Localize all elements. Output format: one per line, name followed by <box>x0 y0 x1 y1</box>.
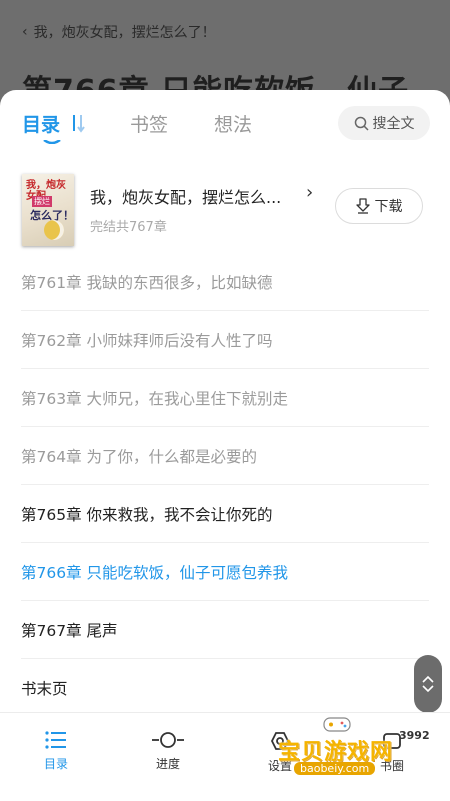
chapter-item-current[interactable]: 第766章 只能吃软饭，仙子可愿包养我 <box>21 543 429 601</box>
reader-book-title: 我，炮灰女配，摆烂怎么了！ <box>33 25 216 41</box>
nav-contents[interactable]: 目录 <box>21 731 91 772</box>
chapter-list: 第761章 我缺的东西很多，比如缺德 第762章 小师妹拜师后没有人性了吗 第7… <box>0 253 450 716</box>
chapter-item[interactable]: 第763章 大师兄，在我心里住下就别走 <box>21 369 429 427</box>
book-status: 完结共767章 <box>90 220 167 235</box>
search-fulltext-label: 搜全文 <box>372 116 415 132</box>
search-fulltext-button[interactable]: 搜全文 <box>338 106 430 140</box>
gamepad-icon <box>323 717 351 732</box>
list-icon <box>45 731 66 749</box>
book-cover: 我，炮灰女配 摆烂 怎么了！ <box>22 174 74 246</box>
table-of-contents-sheet: 目录 书签 想法 搜全文 我，炮灰女配 摆烂 怎么了！ 我，炮灰女配，摆烂怎么.… <box>0 90 450 800</box>
nav-contents-label: 目录 <box>43 757 68 771</box>
cover-moon-art <box>44 220 64 240</box>
nav-progress[interactable]: 进度 <box>133 731 203 772</box>
progress-icon <box>152 732 184 748</box>
chapter-item[interactable]: 第761章 我缺的东西很多，比如缺德 <box>21 253 429 311</box>
sheet-tabs: 目录 书签 想法 搜全文 <box>0 90 450 152</box>
tab-bookmarks[interactable]: 书签 <box>130 110 168 137</box>
chapter-item-book-end[interactable]: 书末页 <box>21 659 429 716</box>
nav-progress-label: 进度 <box>155 757 180 771</box>
site-watermark: 宝贝游戏网 baobeiy.com <box>276 712 446 782</box>
chapter-item[interactable]: 第765章 你来救我，我不会让你死的 <box>21 485 429 543</box>
chapter-item[interactable]: 第764章 为了你，什么都是必要的 <box>21 427 429 485</box>
active-tab-indicator <box>43 140 61 144</box>
book-info-row[interactable]: 我，炮灰女配 摆烂 怎么了！ 我，炮灰女配，摆烂怎么... › 完结共767章 … <box>0 170 450 250</box>
sort-icon[interactable] <box>69 113 87 133</box>
download-icon <box>355 198 370 214</box>
download-label: 下载 <box>374 199 403 215</box>
tab-notes[interactable]: 想法 <box>214 110 252 137</box>
chevron-up-icon <box>422 675 434 683</box>
watermark-url: baobeiy.com <box>294 762 376 775</box>
chevron-down-icon <box>422 685 434 693</box>
cover-title-line2: 摆烂 <box>32 196 52 207</box>
search-icon <box>354 116 369 131</box>
download-button[interactable]: 下载 <box>335 188 423 224</box>
chevron-right-icon[interactable]: › <box>306 182 313 203</box>
chapter-item[interactable]: 第767章 尾声 <box>21 601 429 659</box>
fast-scroll-handle[interactable] <box>414 655 442 713</box>
tab-contents[interactable]: 目录 <box>22 110 60 137</box>
chapter-item[interactable]: 第762章 小师妹拜师后没有人性了吗 <box>21 311 429 369</box>
back-chevron-icon[interactable]: ‹ <box>22 24 28 40</box>
book-title: 我，炮灰女配，摆烂怎么... <box>90 188 282 207</box>
reader-header[interactable]: ‹ 我，炮灰女配，摆烂怎么了！ <box>22 22 216 42</box>
